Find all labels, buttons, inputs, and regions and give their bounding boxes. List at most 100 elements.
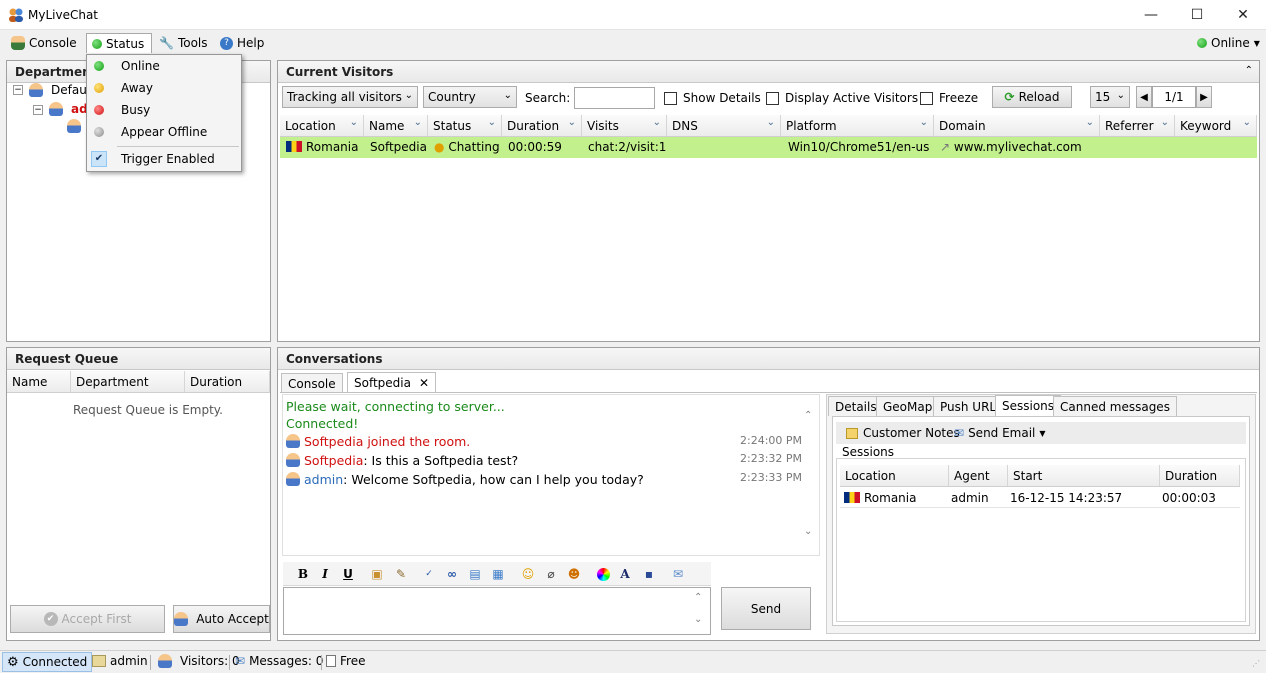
message-input[interactable] [283,587,711,635]
col-domain[interactable]: Domain ⌄ [934,115,1100,136]
save-icon[interactable]: ▪ [641,566,657,582]
user-card-icon [92,655,106,667]
font-icon[interactable]: A [617,566,633,582]
col-dns[interactable]: DNS ⌄ [667,115,781,136]
connection-status[interactable]: ⚙ Connected [2,652,93,672]
col-name[interactable]: Name ⌄ [364,115,428,136]
document-icon [326,655,336,667]
menu-console[interactable]: Console [6,33,82,53]
status-option-online[interactable]: Online [87,55,241,77]
resize-grip-icon[interactable]: ⋰ [1252,659,1260,668]
display-active-checkbox[interactable]: Display Active Visitors [766,91,918,105]
underline-icon[interactable]: U [340,566,356,582]
scroll-up-icon[interactable]: ⌃ [804,410,812,421]
col-duration[interactable]: Duration [1160,465,1240,486]
insert-icon[interactable]: ▦ [490,566,506,582]
bold-icon[interactable]: B [295,566,311,582]
status-option-away[interactable]: Away [87,77,241,99]
tab-push-url[interactable]: Push URL [933,396,1004,416]
collapse-icon[interactable]: ⌃ [1245,65,1253,76]
col-referrer[interactable]: Referrer ⌄ [1100,115,1175,136]
tab-sessions[interactable]: Sessions [995,395,1062,416]
status-option-busy[interactable]: Busy [87,99,241,121]
emoticon-icon[interactable]: ☺ [520,566,536,582]
close-icon[interactable]: ✕ [419,376,429,390]
sort-icon: ⌄ [413,117,422,128]
search-input[interactable] [574,87,655,109]
col-department[interactable]: Department [71,371,185,392]
close-button[interactable]: ✕ [1220,0,1266,30]
col-duration[interactable]: Duration ⌄ [502,115,582,136]
message-text: Softpedia joined the room. [304,434,471,449]
table-row[interactable]: Romania Softpedia ● Chatting 00:00:59 ch… [280,137,1257,158]
menu-status-label: Status [106,36,145,51]
clear-format-icon[interactable]: ✎ [393,566,409,582]
maximize-button[interactable]: ☐ [1174,0,1220,30]
next-page-button[interactable]: ▶ [1196,86,1212,108]
col-agent[interactable]: Agent [949,465,1008,486]
spellcheck-icon[interactable]: ✓ [421,566,437,582]
messages-count: ✉ Messages: 0 [235,654,323,668]
menu-help[interactable]: ? Help [215,33,269,53]
chat-bubble-icon: ● [434,140,445,154]
menu-status[interactable]: Status [86,33,152,53]
tab-softpedia[interactable]: Softpedia ✕ [347,372,437,393]
image-icon[interactable]: ▤ [467,566,483,582]
menu-separator [117,146,239,147]
show-details-label: Show Details [683,91,761,105]
tree-collapse-icon[interactable]: − [13,85,23,95]
check-icon: ✔ [91,151,107,167]
online-icon [94,61,104,71]
col-location[interactable]: Location [840,465,949,486]
tab-console[interactable]: Console [281,373,343,393]
col-keyword[interactable]: Keyword ⌄ [1175,115,1257,136]
trigger-enabled-option[interactable]: ✔ Trigger Enabled [87,148,241,170]
scroll-up-icon[interactable]: ⌃ [694,592,702,603]
col-platform[interactable]: Platform ⌄ [781,115,934,136]
romania-flag-icon [286,141,302,152]
tree-collapse-icon[interactable]: − [33,105,43,115]
col-label: DNS [672,119,698,133]
menu-tools[interactable]: 🔧 Tools [154,33,213,53]
scroll-down-icon[interactable]: ⌄ [694,614,702,625]
customer-notes-button[interactable]: Customer Notes [846,426,960,440]
reload-button[interactable]: ⟳ Reload [992,86,1072,108]
paste-icon[interactable]: ▣ [369,566,385,582]
send-email-button[interactable]: ✉ Send Email ▼ [954,426,1046,440]
minimize-button[interactable]: — [1128,0,1174,30]
send-button[interactable]: Send [721,587,811,630]
cell-text: Romania [306,140,359,154]
status-menu: Online Away Busy Appear Offline ✔ Trigge… [86,54,242,172]
status-option-offline[interactable]: Appear Offline [87,121,241,143]
tab-geomap[interactable]: GeoMap [876,396,940,416]
freeze-checkbox[interactable]: Freeze [920,91,978,105]
tree-node-default[interactable]: Default [29,83,95,97]
table-row[interactable]: Romania admin 16-12-15 14:23:57 00:00:03 [840,488,1240,508]
cell-text[interactable]: www.mylivechat.com [954,140,1082,154]
smiley-icon[interactable]: ☻ [566,566,582,582]
email-icon[interactable]: ✉ [670,566,686,582]
col-visits[interactable]: Visits ⌄ [582,115,667,136]
console-icon [11,36,25,50]
envelope-icon: ✉ [954,426,965,440]
prev-page-button[interactable]: ◀ [1136,86,1152,108]
status-option-label: Online [121,59,160,73]
accept-first-button[interactable]: ✔ Accept First [10,605,165,633]
attachment-icon[interactable]: ⌀ [543,566,559,582]
tab-canned-messages[interactable]: Canned messages [1053,396,1177,416]
col-status[interactable]: Status ⌄ [428,115,502,136]
tracking-select[interactable]: Tracking all visitors ⌄ [282,86,418,108]
col-start[interactable]: Start [1008,465,1160,486]
page-size-select[interactable]: 15 ⌄ [1090,86,1130,108]
show-details-checkbox[interactable]: Show Details [664,91,761,105]
scroll-down-icon[interactable]: ⌄ [804,526,812,537]
online-status-dropdown[interactable]: Online ▼ [1192,33,1265,53]
color-icon[interactable] [595,566,611,582]
col-duration[interactable]: Duration [185,371,270,392]
link-icon[interactable]: ∞ [444,566,460,582]
italic-icon[interactable]: I [317,566,333,582]
col-name[interactable]: Name [7,371,71,392]
country-select[interactable]: Country ⌄ [423,86,517,108]
auto-accept-button[interactable]: Auto Accept [173,605,270,633]
col-location[interactable]: Location ⌄ [280,115,364,136]
